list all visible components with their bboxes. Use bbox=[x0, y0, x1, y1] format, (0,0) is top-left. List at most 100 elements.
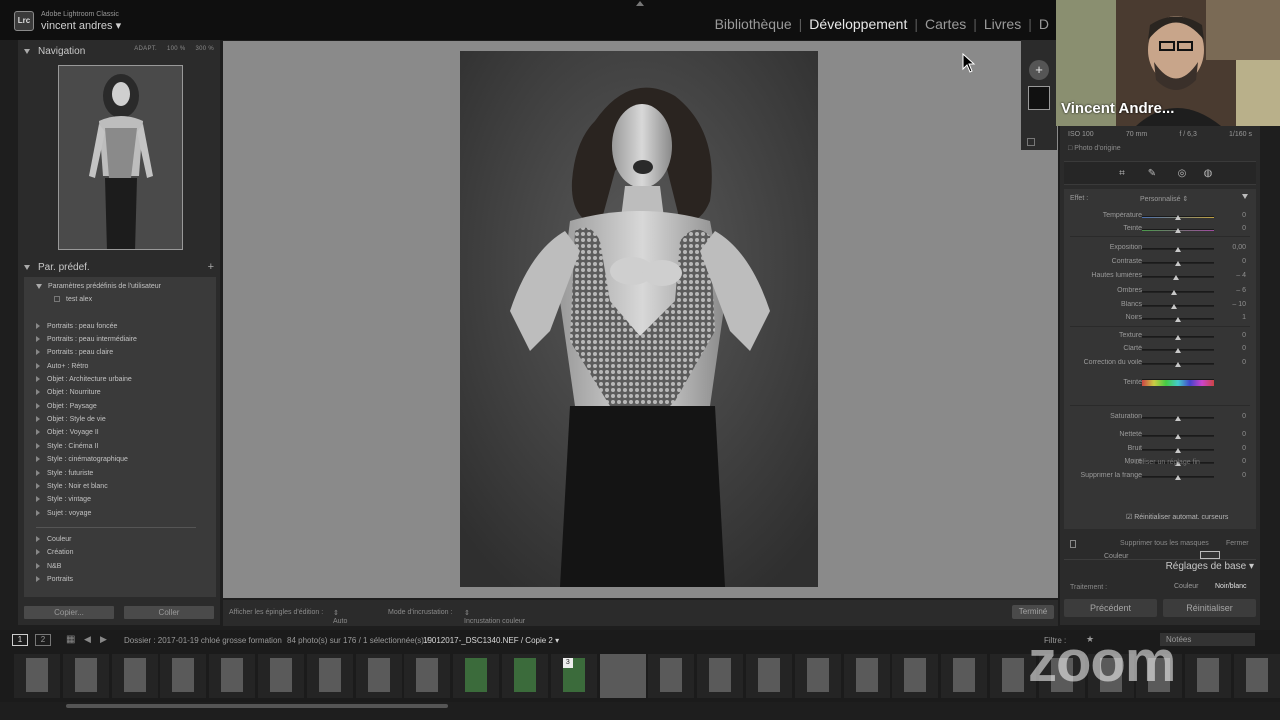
main-window-button[interactable]: 1 bbox=[12, 634, 28, 646]
top-panel-toggle-icon[interactable] bbox=[636, 1, 644, 6]
preset-item-test-alex[interactable]: test alex bbox=[54, 296, 92, 303]
navigator-preview[interactable] bbox=[58, 65, 183, 250]
mask-thumbnail[interactable] bbox=[1028, 86, 1050, 110]
preset-group[interactable]: Création bbox=[36, 549, 73, 556]
slider-value[interactable]: 0 bbox=[1242, 431, 1246, 438]
slider-thumb[interactable] bbox=[1175, 448, 1181, 453]
slider-value[interactable]: 0 bbox=[1242, 445, 1246, 452]
preset-group[interactable]: Style : cinématographique bbox=[36, 456, 128, 463]
collapse-effects-icon[interactable] bbox=[1242, 194, 1248, 199]
filmstrip-thumbnail[interactable] bbox=[648, 654, 695, 698]
slider-thumb[interactable] bbox=[1175, 317, 1181, 322]
add-mask-icon[interactable]: + bbox=[1029, 60, 1049, 80]
preset-group[interactable]: Objet : Nourriture bbox=[36, 389, 101, 396]
filmstrip-thumbnail[interactable] bbox=[355, 654, 402, 698]
slider-thumb[interactable] bbox=[1175, 434, 1181, 439]
preset-group-user[interactable]: Paramètres prédéfinis de l'utilisateur bbox=[36, 283, 161, 290]
slider-value[interactable]: 0 bbox=[1242, 258, 1246, 265]
module-map[interactable]: Cartes bbox=[918, 16, 973, 32]
filmstrip-thumbnail[interactable] bbox=[160, 654, 207, 698]
slider-thumb[interactable] bbox=[1175, 228, 1181, 233]
preset-group[interactable]: Objet : Style de vie bbox=[36, 416, 106, 423]
preset-group[interactable]: Auto+ : Rétro bbox=[36, 363, 88, 370]
back-arrow-icon[interactable]: ◀ bbox=[84, 634, 91, 645]
slider-value[interactable]: – 4 bbox=[1236, 272, 1246, 279]
effect-select[interactable]: Personnalisé ⇕ bbox=[1140, 195, 1188, 203]
preset-group[interactable]: Objet : Architecture urbaine bbox=[36, 376, 132, 383]
treatment-bw-option[interactable]: Noir/blanc bbox=[1215, 583, 1247, 590]
overlay-select[interactable]: Incrustation couleur ⇕ bbox=[464, 609, 525, 625]
treatment-color-option[interactable]: Couleur bbox=[1174, 583, 1199, 590]
filmstrip-thumbnail[interactable] bbox=[697, 654, 744, 698]
slider-value[interactable]: – 6 bbox=[1236, 287, 1246, 294]
slider-value[interactable]: 0 bbox=[1242, 212, 1246, 219]
filmstrip-thumbnail[interactable] bbox=[941, 654, 988, 698]
slider-thumb[interactable] bbox=[1175, 416, 1181, 421]
preset-group[interactable]: Portraits : peau foncée bbox=[36, 323, 117, 330]
preset-group[interactable]: Style : Cinéma II bbox=[36, 443, 98, 450]
filmstrip-thumbnail[interactable] bbox=[209, 654, 256, 698]
preset-group[interactable]: Style : vintage bbox=[36, 496, 91, 503]
module-book[interactable]: Livres bbox=[977, 16, 1028, 32]
close-masks-button[interactable]: Fermer bbox=[1226, 540, 1249, 547]
slider-value[interactable]: 0 bbox=[1242, 413, 1246, 420]
remove-all-masks-button[interactable]: Supprimer tous les masques bbox=[1120, 540, 1209, 547]
module-slideshow[interactable]: D bbox=[1032, 16, 1056, 32]
preset-group[interactable]: Objet : Paysage bbox=[36, 403, 97, 410]
filmstrip-thumbnail[interactable] bbox=[1234, 654, 1280, 698]
filmstrip-thumbnail[interactable] bbox=[111, 654, 158, 698]
filmstrip-thumbnail[interactable] bbox=[306, 654, 353, 698]
filmstrip-scrollbar[interactable] bbox=[66, 704, 448, 708]
slider-value[interactable]: 0 bbox=[1242, 345, 1246, 352]
grid-view-icon[interactable]: ▦ bbox=[66, 634, 75, 645]
crop-icon[interactable]: ⌗ bbox=[1116, 168, 1128, 180]
slider-value[interactable]: 0 bbox=[1242, 332, 1246, 339]
filmstrip-thumbnail[interactable]: 3 bbox=[550, 654, 597, 698]
preset-group[interactable]: Sujet : voyage bbox=[36, 510, 91, 517]
mask-toggle-icon[interactable] bbox=[1070, 540, 1076, 548]
filmstrip-thumbnail[interactable] bbox=[843, 654, 890, 698]
reset-button[interactable]: Réinitialiser bbox=[1163, 599, 1256, 617]
slider-thumb[interactable] bbox=[1175, 362, 1181, 367]
current-filename[interactable]: 19012017-_DSC1340.NEF / Copie 2 ▾ bbox=[423, 636, 559, 645]
slider-value[interactable]: 0 bbox=[1242, 472, 1246, 479]
slider-thumb[interactable] bbox=[1175, 475, 1181, 480]
slider-thumb[interactable] bbox=[1175, 247, 1181, 252]
filmstrip-thumbnail[interactable] bbox=[502, 654, 548, 698]
slider-value[interactable]: 0 bbox=[1242, 225, 1246, 232]
pins-select[interactable]: Auto ⇕ bbox=[333, 609, 347, 625]
main-photo[interactable] bbox=[460, 51, 818, 587]
filmstrip-thumbnail[interactable] bbox=[453, 654, 500, 698]
preset-group[interactable]: Style : futuriste bbox=[36, 470, 93, 477]
masking-icon[interactable]: ◍ bbox=[1202, 168, 1214, 180]
slider-thumb[interactable] bbox=[1175, 348, 1181, 353]
preset-group[interactable]: N&B bbox=[36, 563, 61, 570]
module-library[interactable]: Bibliothèque bbox=[708, 16, 799, 32]
filmstrip-thumbnail[interactable] bbox=[746, 654, 792, 698]
basic-section-header[interactable]: Réglages de base ▾ bbox=[1166, 561, 1254, 572]
filmstrip-thumbnail[interactable] bbox=[892, 654, 939, 698]
preset-group[interactable]: Portraits bbox=[36, 576, 73, 583]
paste-settings-button[interactable]: Coller bbox=[124, 606, 214, 619]
slider-track[interactable] bbox=[1142, 291, 1214, 293]
filmstrip-thumbnail[interactable] bbox=[258, 654, 304, 698]
slider-value[interactable]: 1 bbox=[1242, 314, 1246, 321]
slider-thumb[interactable] bbox=[1172, 275, 1179, 280]
filmstrip-thumbnail[interactable] bbox=[794, 654, 841, 698]
done-button[interactable]: Terminé bbox=[1012, 605, 1054, 619]
preset-group[interactable]: Portraits : peau claire bbox=[36, 349, 113, 356]
user-name-menu[interactable]: vincent andres ▾ bbox=[41, 19, 121, 32]
slider-thumb[interactable] bbox=[1175, 335, 1181, 340]
slider-value[interactable]: 0 bbox=[1242, 359, 1246, 366]
slider-track[interactable] bbox=[1142, 305, 1214, 307]
filmstrip-thumbnail[interactable] bbox=[599, 654, 646, 698]
zoom-fit[interactable]: ADAPT. bbox=[134, 46, 157, 52]
filmstrip-thumbnail[interactable] bbox=[1185, 654, 1232, 698]
presets-header[interactable]: Par. prédef. + bbox=[18, 257, 220, 277]
original-photo-toggle[interactable]: □ Photo d'origine bbox=[1068, 145, 1121, 152]
module-develop[interactable]: Développement bbox=[802, 16, 914, 32]
slider-thumb[interactable] bbox=[1175, 215, 1181, 220]
navigator-header[interactable]: Navigation ADAPT. 100 % 300 % bbox=[18, 40, 220, 60]
preset-group[interactable]: Portraits : peau intermédiaire bbox=[36, 336, 137, 343]
slider-value[interactable]: 0 bbox=[1242, 458, 1246, 465]
